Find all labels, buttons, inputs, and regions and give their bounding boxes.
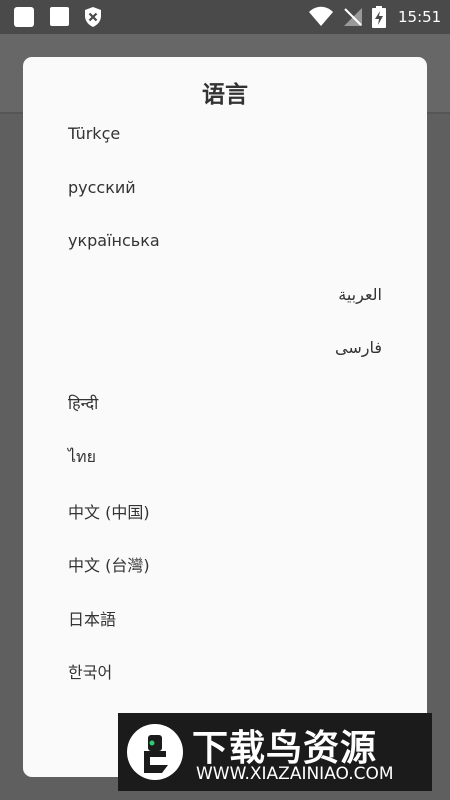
language-dialog: 语言 Türkçe русский українська العربية فارسی हि…	[23, 57, 427, 777]
language-option-label: 中文 (中国)	[68, 502, 150, 522]
bird-logo-icon	[127, 724, 183, 780]
no-signal-icon	[344, 8, 362, 26]
language-option-label: русский	[68, 177, 136, 197]
language-option-label: فارسی	[335, 338, 382, 357]
watermark-banner: 下载鸟资源 WWW.XIAZAINIAO.COM	[118, 713, 432, 791]
wifi-icon	[309, 6, 333, 26]
language-option[interactable]: 中文 (中国)	[23, 483, 427, 536]
language-option-label: українська	[68, 231, 160, 250]
notification-icon	[50, 7, 69, 26]
language-option-label: हिन्दी	[68, 393, 99, 413]
dialog-title: 语言	[202, 82, 248, 108]
language-option-label: 한국어	[68, 663, 113, 682]
notification-icon	[14, 7, 34, 27]
watermark-url: WWW.XIAZAINIAO.COM	[196, 764, 394, 784]
battery-charging-icon	[372, 6, 386, 28]
language-option-label: العربية	[338, 284, 382, 304]
language-option[interactable]: 한국어	[23, 643, 427, 696]
language-option[interactable]: فارسی	[23, 322, 427, 375]
language-option[interactable]: ไทย	[23, 429, 427, 482]
language-option[interactable]: 日本語	[23, 590, 427, 643]
language-option[interactable]: українська	[23, 215, 427, 268]
language-option[interactable]: 中文 (台灣)	[23, 536, 427, 589]
language-option-label: 中文 (台灣)	[68, 556, 150, 575]
language-option[interactable]: русский	[23, 162, 427, 215]
language-option[interactable]: हिन्दी	[23, 376, 427, 429]
language-option[interactable]: Türkçe	[23, 108, 427, 161]
shield-icon	[85, 7, 101, 27]
language-option-label: ไทย	[68, 447, 96, 466]
language-option-label: Türkçe	[68, 124, 121, 143]
status-time: 15:51	[398, 8, 442, 26]
language-option-label: 日本語	[68, 609, 117, 629]
status-bar: 15:51	[0, 0, 450, 34]
language-option[interactable]: العربية	[23, 269, 427, 322]
